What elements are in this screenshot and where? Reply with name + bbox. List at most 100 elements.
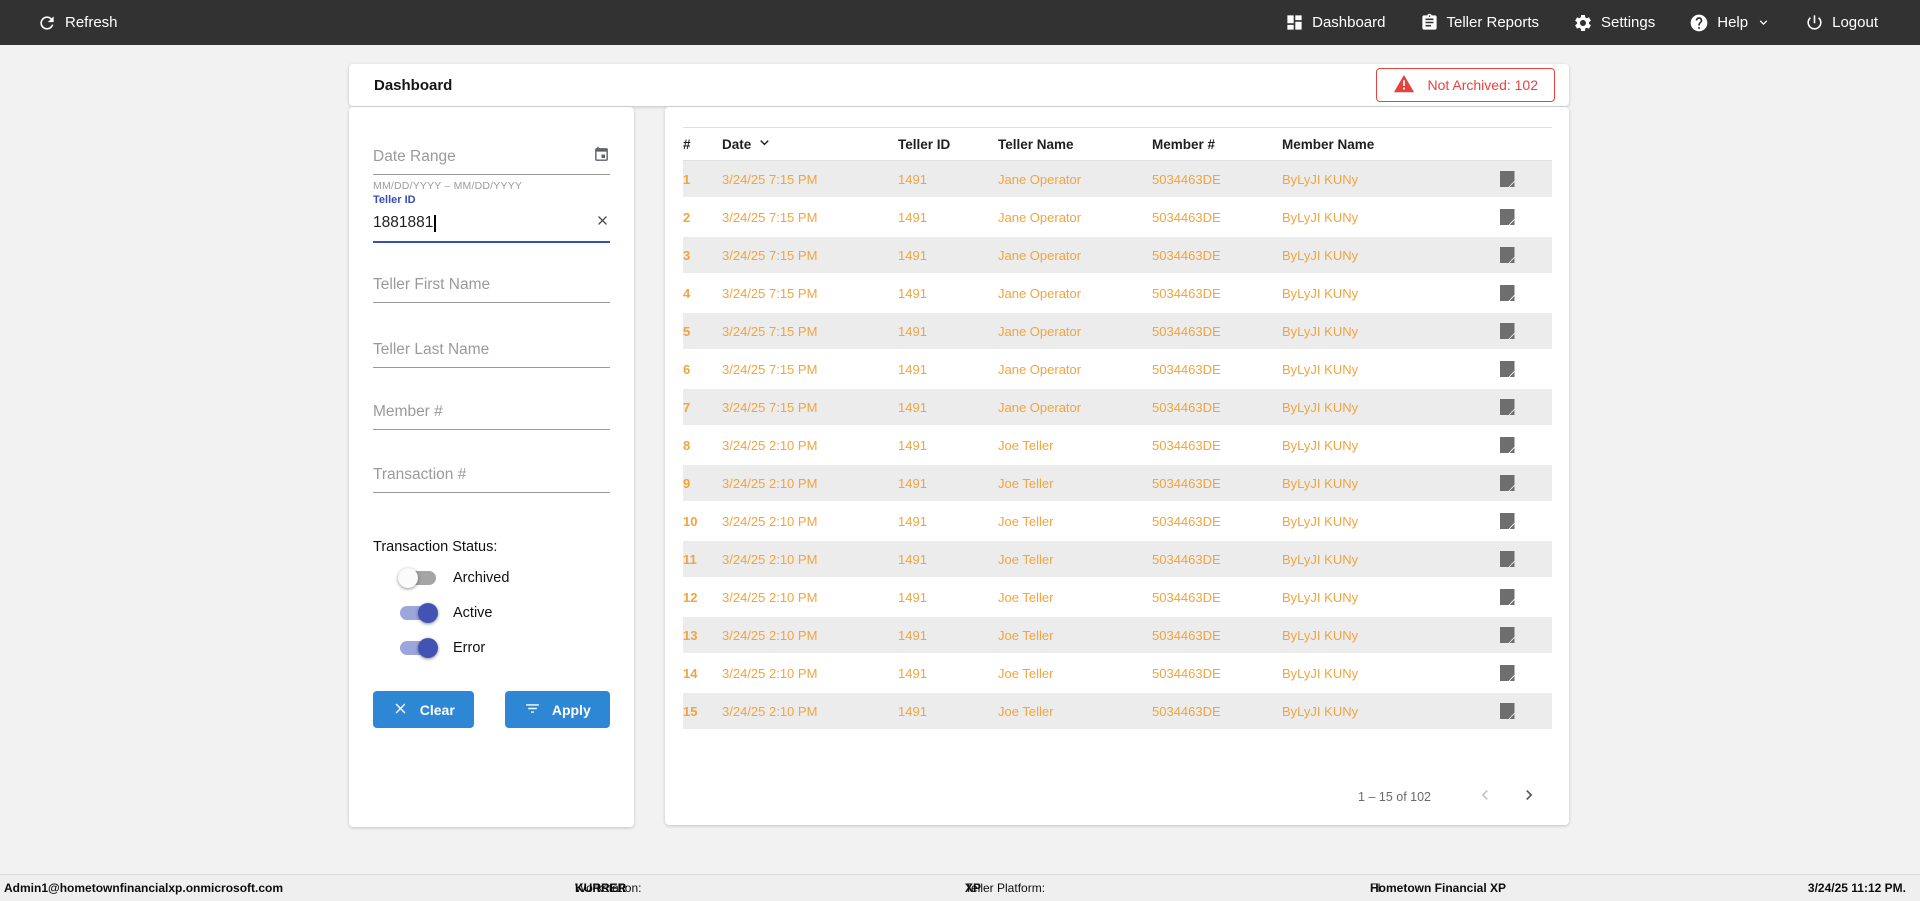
status-toggles: Archived Active Error xyxy=(397,567,610,659)
status-toggle[interactable] xyxy=(400,638,438,658)
table-row[interactable]: 8 3/24/25 2:10 PM 1491 Joe Teller 5034463DE… xyxy=(683,427,1552,465)
column-header-date[interactable]: Date xyxy=(722,134,898,154)
text-cursor xyxy=(434,214,436,232)
column-header-teller-id[interactable]: Teller ID xyxy=(898,137,998,152)
clear-button[interactable]: Clear xyxy=(373,691,474,728)
table-row[interactable]: 7 3/24/25 7:15 PM 1491 Jane Operator 503446… xyxy=(683,389,1552,427)
not-archived-badge: Not Archived: 102 xyxy=(1376,68,1555,102)
apply-button-label: Apply xyxy=(551,701,591,718)
date-range-helper: MM/DD/YYYY – MM/DD/YYYY xyxy=(373,180,523,192)
pagination: 1 – 15 of 102 xyxy=(1358,785,1539,808)
filter-icon xyxy=(524,700,541,720)
refresh-button[interactable]: Refresh xyxy=(37,13,118,33)
note-icon[interactable] xyxy=(1499,513,1515,529)
note-icon[interactable] xyxy=(1499,551,1515,567)
teller-first-name-input[interactable] xyxy=(373,275,610,294)
table-row[interactable]: 3 3/24/25 7:15 PM 1491 Jane Operator 503446… xyxy=(683,237,1552,275)
calendar-icon[interactable] xyxy=(593,146,610,168)
note-icon[interactable] xyxy=(1499,665,1515,681)
table-row[interactable]: 12 3/24/25 2:10 PM 1491 Joe Teller 5034463D… xyxy=(683,579,1552,617)
nav-item-label: Settings xyxy=(1601,14,1656,31)
nav-item-label: Teller Reports xyxy=(1446,14,1540,31)
column-header-member-name[interactable]: Member Name xyxy=(1282,137,1462,152)
warning-icon xyxy=(1393,73,1415,98)
table-header-row: # Date Teller ID Teller Name Member # Me… xyxy=(683,127,1552,161)
help-icon xyxy=(1689,13,1709,33)
status-toggle[interactable] xyxy=(398,568,436,588)
note-icon[interactable] xyxy=(1499,171,1515,187)
nav-item-logout[interactable]: Logout xyxy=(1805,13,1878,32)
note-icon[interactable] xyxy=(1499,703,1515,719)
sort-down-icon xyxy=(756,134,773,154)
next-page-button[interactable] xyxy=(1519,785,1539,808)
table-row[interactable]: 10 3/24/25 2:10 PM 1491 Joe Teller 5034463D… xyxy=(683,503,1552,541)
status-bar-datetime: 3/24/25 11:12 PM. xyxy=(1807,881,1906,895)
nav-item-settings[interactable]: Settings xyxy=(1573,13,1655,33)
transaction-number-input[interactable] xyxy=(373,465,610,484)
transaction-status-label: Transaction Status: xyxy=(373,539,498,555)
clipboard-icon xyxy=(1420,13,1439,32)
filter-panel: MM/DD/YYYY – MM/DD/YYYY Teller ID 188188… xyxy=(349,107,634,827)
apply-button[interactable]: Apply xyxy=(504,691,610,728)
teller-id-value: 1881881 xyxy=(373,214,434,231)
column-header-number[interactable]: # xyxy=(683,137,722,152)
refresh-label: Refresh xyxy=(65,14,118,31)
note-icon[interactable] xyxy=(1499,437,1515,453)
page-header: Dashboard Not Archived: 102 xyxy=(349,64,1569,106)
transactions-panel: # Date Teller ID Teller Name Member # Me… xyxy=(665,107,1569,825)
status-toggle-label: Active xyxy=(453,605,493,621)
gear-icon xyxy=(1573,13,1593,33)
nav-item-label: Logout xyxy=(1832,14,1878,31)
note-icon[interactable] xyxy=(1499,247,1515,263)
power-icon xyxy=(1805,13,1824,32)
date-range-input[interactable] xyxy=(373,147,593,166)
column-header-teller-name[interactable]: Teller Name xyxy=(998,137,1152,152)
teller-last-name-input[interactable] xyxy=(373,340,610,359)
member-number-input[interactable] xyxy=(373,402,610,421)
table-row[interactable]: 1 3/24/25 7:15 PM 1491 Jane Operator 503446… xyxy=(683,161,1552,199)
table-body: 1 3/24/25 7:15 PM 1491 Jane Operator 503446… xyxy=(683,161,1552,731)
chevron-down-icon xyxy=(1756,15,1771,30)
nav-item-dashboard[interactable]: Dashboard xyxy=(1285,13,1386,32)
table-row[interactable]: 11 3/24/25 2:10 PM 1491 Joe Teller 5034463D… xyxy=(683,541,1552,579)
clear-button-label: Clear xyxy=(419,701,455,718)
status-toggle-label: Error xyxy=(453,640,486,656)
table-row[interactable]: 15 3/24/25 2:10 PM 1491 Joe Teller 5034463D… xyxy=(683,693,1552,731)
table-row[interactable]: 13 3/24/25 2:10 PM 1491 Joe Teller 5034463D… xyxy=(683,617,1552,655)
clear-field-icon[interactable] xyxy=(595,213,610,233)
note-icon[interactable] xyxy=(1499,361,1515,377)
status-toggle[interactable] xyxy=(400,603,438,623)
table-row[interactable]: 5 3/24/25 7:15 PM 1491 Jane Operator 503446… xyxy=(683,313,1552,351)
dashboard-icon xyxy=(1285,13,1304,32)
note-icon[interactable] xyxy=(1499,627,1515,643)
pagination-range-label: 1 – 15 of 102 xyxy=(1358,789,1431,804)
table-row[interactable]: 14 3/24/25 2:10 PM 1491 Joe Teller 5034463D… xyxy=(683,655,1552,693)
chevron-right-icon xyxy=(1519,785,1539,808)
note-icon[interactable] xyxy=(1499,323,1515,339)
note-icon[interactable] xyxy=(1499,399,1515,415)
table-row[interactable]: 6 3/24/25 7:15 PM 1491 Jane Operator 503446… xyxy=(683,351,1552,389)
note-icon[interactable] xyxy=(1499,209,1515,225)
chevron-left-icon xyxy=(1475,785,1495,808)
nav-item-label: Dashboard xyxy=(1312,14,1386,31)
nav-item-label: Help xyxy=(1717,14,1749,31)
nav-item-help[interactable]: Help xyxy=(1689,13,1771,33)
refresh-icon xyxy=(37,13,57,33)
note-icon[interactable] xyxy=(1499,589,1515,605)
logged-in-user: Admin1@hometownfinancialxp.onmicrosoft.c… xyxy=(4,881,284,895)
column-header-member-number[interactable]: Member # xyxy=(1152,137,1282,152)
x-icon xyxy=(392,700,409,720)
note-icon[interactable] xyxy=(1499,475,1515,491)
table-row[interactable]: 9 3/24/25 2:10 PM 1491 Joe Teller 5034463DE… xyxy=(683,465,1552,503)
table-row[interactable]: 2 3/24/25 7:15 PM 1491 Jane Operator 503446… xyxy=(683,199,1552,237)
page-title: Dashboard xyxy=(374,76,453,94)
top-navbar: Refresh Dashboard Teller Reports Setting… xyxy=(0,0,1920,45)
teller-id-input[interactable]: 1881881 xyxy=(373,205,610,243)
table-row[interactable]: 4 3/24/25 7:15 PM 1491 Jane Operator 503446… xyxy=(683,275,1552,313)
previous-page-button[interactable] xyxy=(1475,785,1495,808)
nav-item-teller-reports[interactable]: Teller Reports xyxy=(1420,13,1540,32)
status-bar: Admin1@hometownfinancialxp.onmicrosoft.c… xyxy=(0,874,1920,901)
not-archived-label: Not Archived: 102 xyxy=(1427,77,1538,93)
note-icon[interactable] xyxy=(1499,285,1515,301)
status-toggle-label: Archived xyxy=(453,570,510,586)
